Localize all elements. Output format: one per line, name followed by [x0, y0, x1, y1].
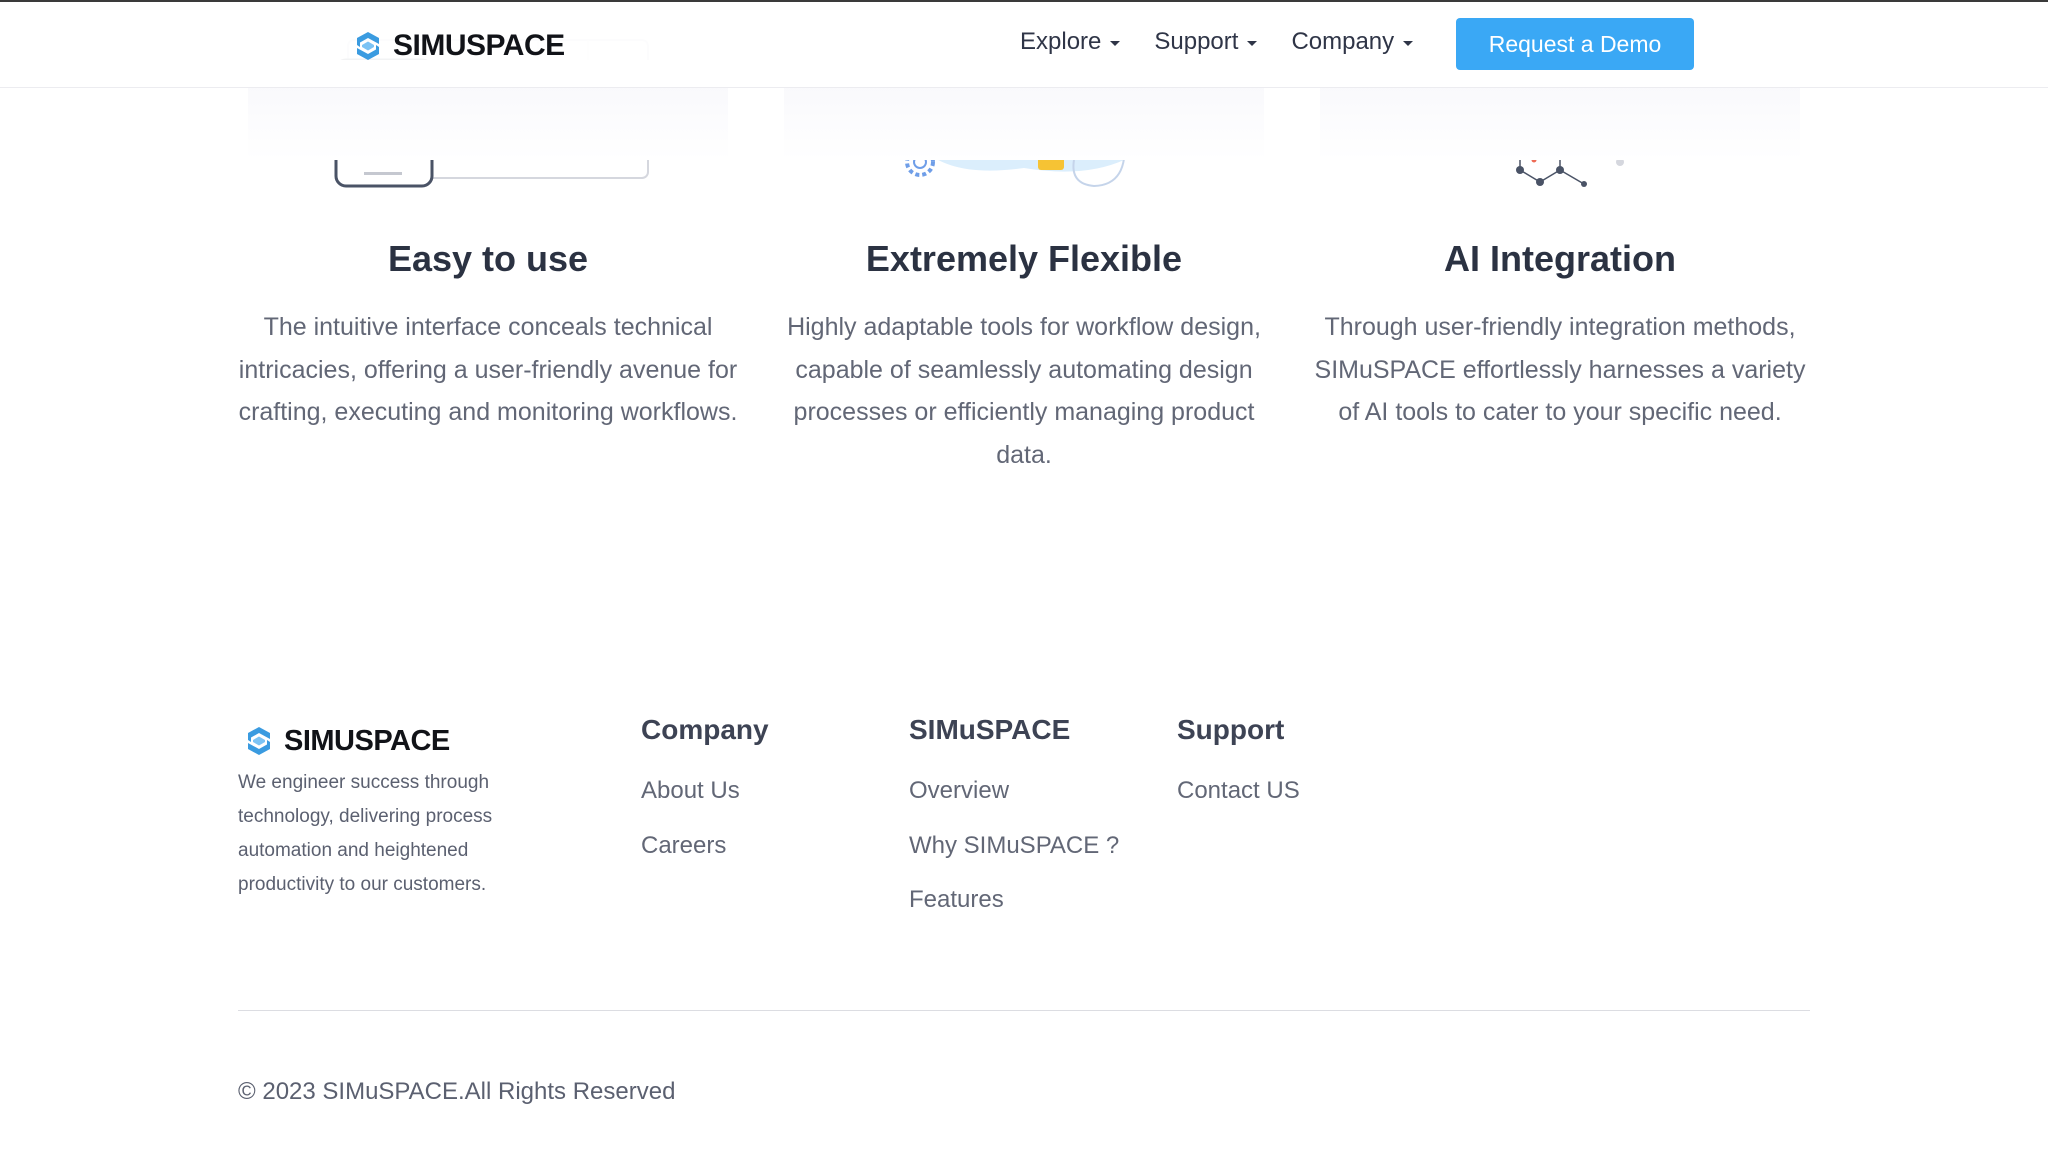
logo-wordmark: SIMUSPACE — [284, 724, 450, 757]
footer-column-simuspace: SIMuSPACE Overview Why SIMuSPACE ? Featu… — [909, 714, 1119, 928]
nav-label: Explore — [1020, 28, 1102, 55]
feature-description: Through user-friendly integration method… — [1314, 313, 1806, 426]
caret-down-icon — [1247, 41, 1258, 46]
caret-down-icon — [1110, 41, 1121, 46]
feature-description: Highly adaptable tools for workflow desi… — [787, 313, 1261, 469]
top-border — [0, 0, 2048, 2]
main-nav: Explore Support Company — [1020, 28, 1447, 56]
feature-description: The intuitive interface conceals technic… — [238, 313, 738, 426]
footer-column-title: Support — [1177, 714, 1285, 745]
footer-tagline: We engineer success through technology, … — [238, 772, 493, 895]
copyright-text: © 2023 SIMuSPACE.All Rights Reserved — [238, 1078, 676, 1105]
footer-link-overview[interactable]: Overview — [909, 764, 1119, 819]
caret-down-icon — [1403, 41, 1414, 46]
footer-logo[interactable]: SIMUSPACE — [242, 724, 450, 758]
footer-link-about-us[interactable]: About Us — [641, 764, 769, 819]
footer-link-why-simuspace[interactable]: Why SIMuSPACE ? — [909, 819, 1119, 874]
feature-title: Extremely Flexible — [865, 238, 1183, 279]
logo-wordmark: SIMUSPACE — [393, 29, 565, 62]
request-demo-button[interactable]: Request a Demo — [1456, 18, 1694, 70]
footer-column-title: SIMuSPACE — [909, 714, 1071, 745]
nav-explore[interactable]: Explore — [1020, 28, 1121, 56]
footer-divider — [238, 1010, 1810, 1011]
site-header: SIMUSPACE Explore Support Company Reques… — [0, 2, 2048, 88]
header-logo[interactable]: SIMUSPACE — [351, 29, 565, 63]
nav-support[interactable]: Support — [1154, 28, 1258, 56]
simuspace-logo-icon — [357, 32, 379, 60]
feature-title: Easy to use — [387, 238, 589, 279]
nav-label: Company — [1291, 28, 1395, 55]
nav-label: Support — [1154, 28, 1239, 55]
feature-title: AI Integration — [1444, 238, 1676, 279]
footer-column-support: Support Contact US — [1177, 714, 1300, 819]
footer-link-careers[interactable]: Careers — [641, 819, 769, 874]
nav-company[interactable]: Company — [1291, 28, 1414, 56]
footer-column-company: Company About Us Careers — [641, 714, 769, 873]
footer-link-contact-us[interactable]: Contact US — [1177, 764, 1300, 819]
simuspace-logo-icon — [248, 727, 270, 755]
footer-column-title: Company — [641, 714, 769, 745]
footer-link-features[interactable]: Features — [909, 873, 1119, 928]
